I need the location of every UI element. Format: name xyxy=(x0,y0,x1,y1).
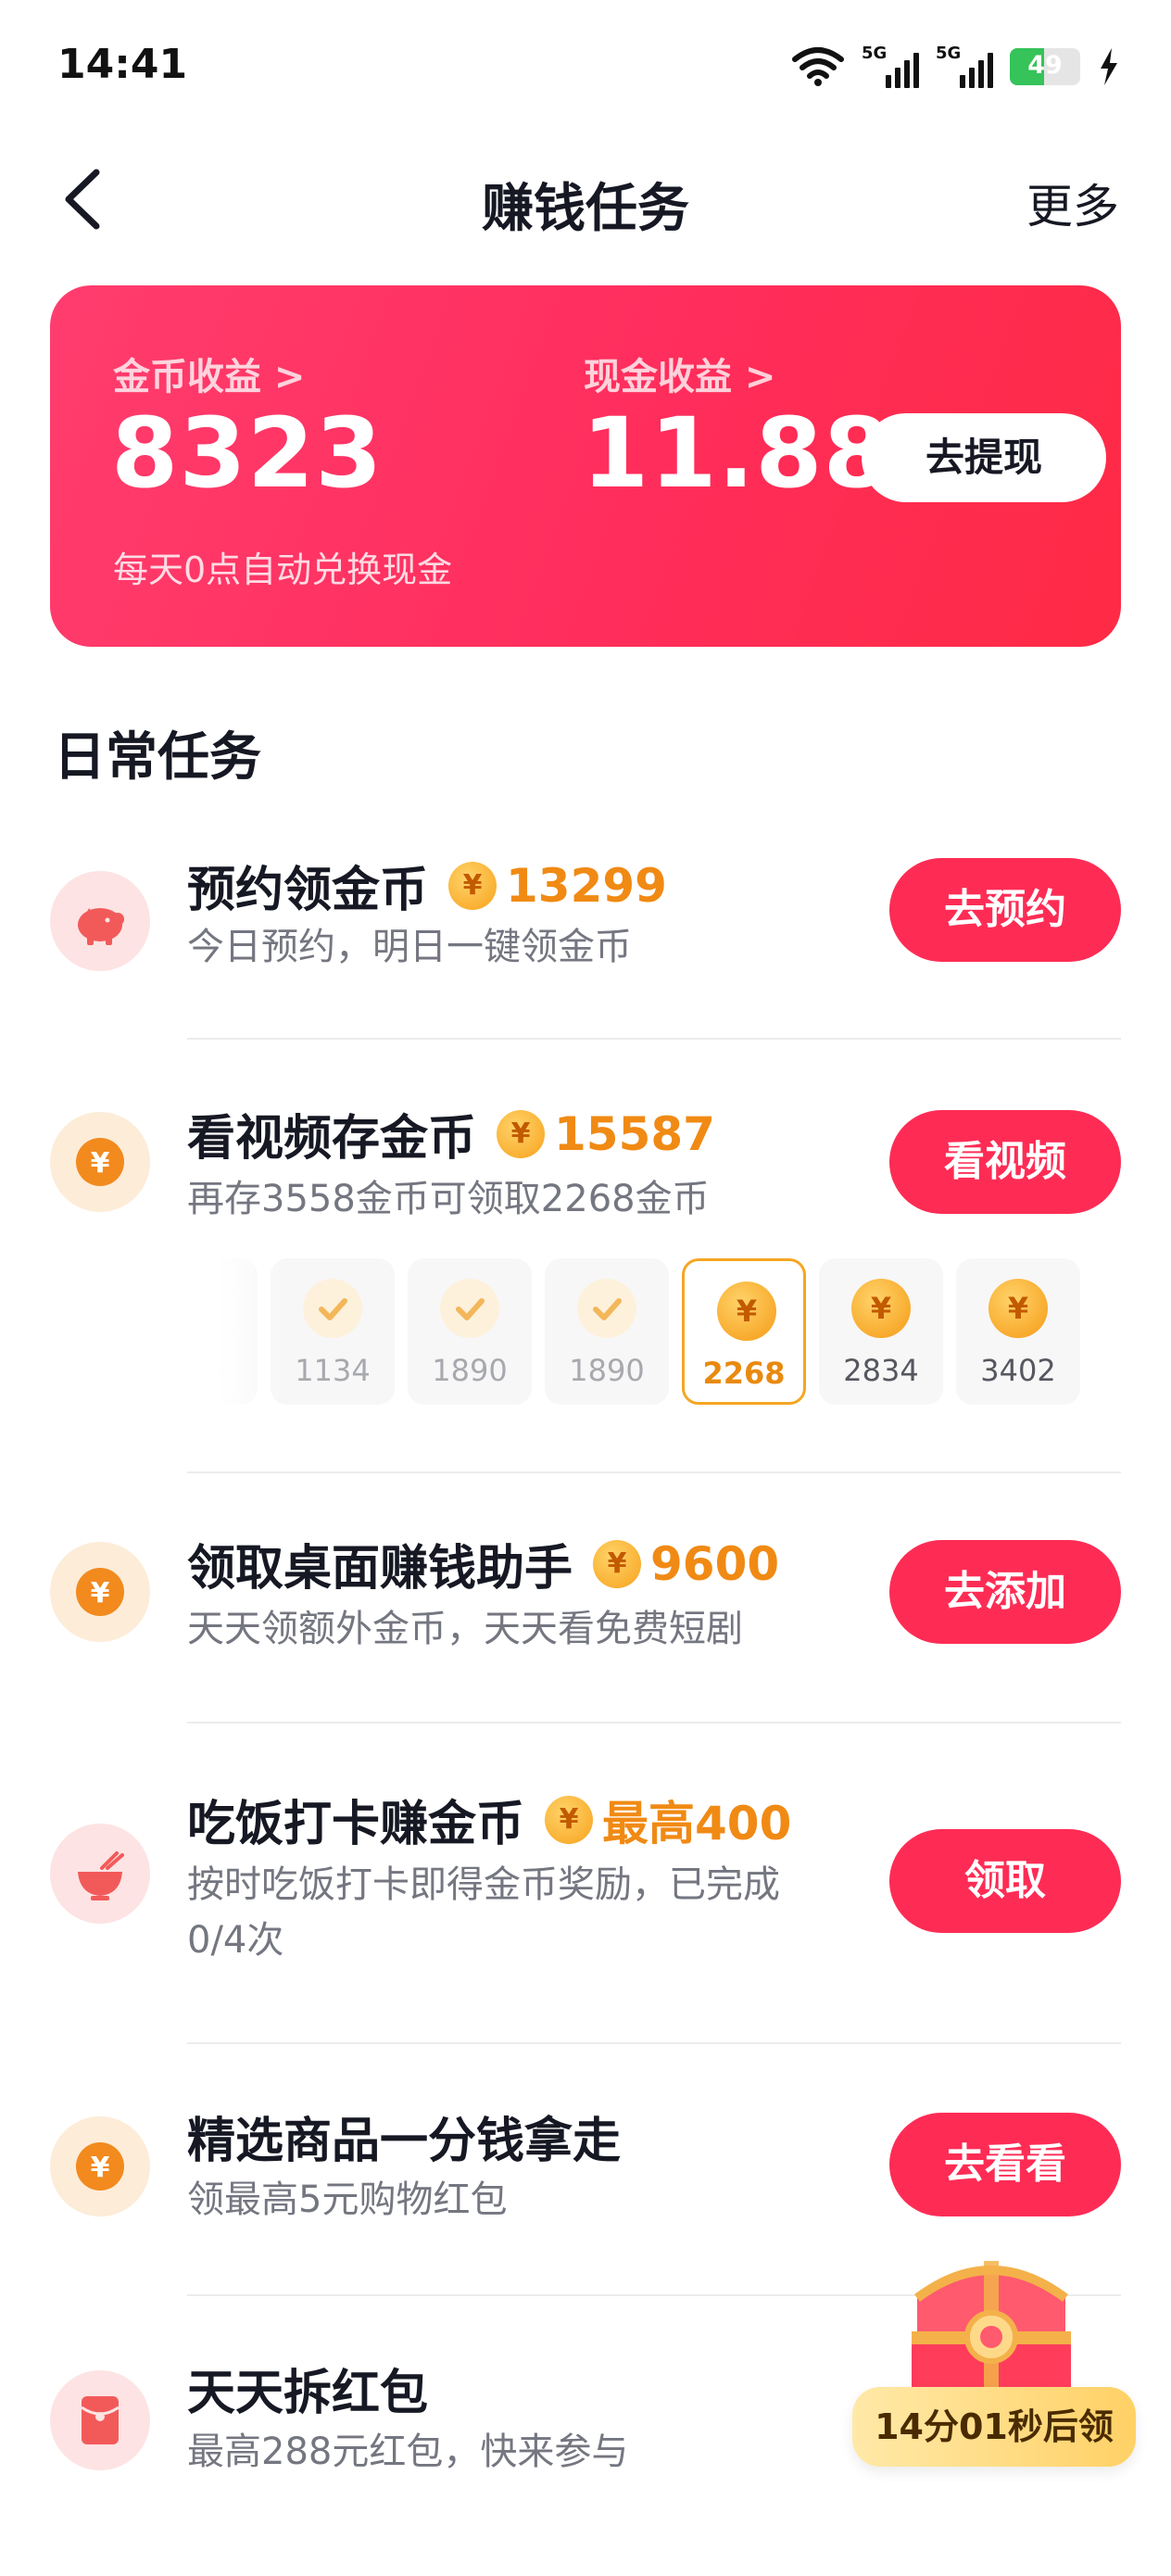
divider xyxy=(187,1038,1121,1040)
exchange-note: 每天0点自动兑换现金 xyxy=(113,549,453,590)
svg-text:¥: ¥ xyxy=(1008,1291,1028,1326)
task-title: 精选商品一分钱拿走 xyxy=(187,2102,621,2171)
task-title-text: 天天拆红包 xyxy=(187,2366,429,2421)
withdraw-button[interactable]: 去提现 xyxy=(862,413,1106,502)
strip-fade xyxy=(219,1258,283,1407)
coin-icon xyxy=(593,1539,642,1588)
task-desc: 领最高5元购物红包 xyxy=(187,2178,508,2221)
task-title-text: 看视频存金币 xyxy=(187,1111,477,1167)
yuan-coin-icon: ¥ xyxy=(717,1282,776,1341)
task-title-text: 领取桌面赚钱助手 xyxy=(187,1541,573,1597)
task-desc: 天天领额外金币，天天看免费短剧 xyxy=(187,1608,743,1650)
yuan-coin-icon: ¥ xyxy=(50,1542,150,1642)
add-button[interactable]: 去添加 xyxy=(889,1540,1121,1644)
coin-slot: 1890 xyxy=(408,1258,532,1405)
check-icon xyxy=(577,1279,636,1338)
coin-slot-value: 1134 xyxy=(295,1353,371,1388)
rice-bowl-icon xyxy=(50,1824,150,1924)
task-title: 预约领金币 13299 xyxy=(187,851,667,920)
task-reward: 9600 xyxy=(650,1536,780,1591)
coin-slot-value: 1890 xyxy=(432,1353,508,1388)
check-icon xyxy=(440,1279,499,1338)
task-desc: 今日预约，明日一键领金币 xyxy=(187,926,632,968)
reserve-button[interactable]: 去预约 xyxy=(889,858,1121,962)
task-desc: 最高288元红包，快来参与 xyxy=(187,2431,629,2473)
yuan-coin-icon: ¥ xyxy=(50,2116,150,2216)
coin-earnings-link[interactable]: 金币收益 > xyxy=(113,347,305,400)
divider xyxy=(187,1722,1121,1724)
check-icon xyxy=(303,1279,362,1338)
task-reward: 最高400 xyxy=(602,1796,792,1850)
piggy-bank-icon xyxy=(50,871,150,971)
divider xyxy=(187,1471,1121,1473)
view-button[interactable]: 去看看 xyxy=(889,2113,1121,2216)
coin-earnings-value: 8323 xyxy=(111,397,384,510)
coin-progress-strip: 944113418901890¥2268¥2834¥3402 xyxy=(219,1258,1127,1407)
chest-countdown[interactable]: 14分01秒后领 xyxy=(852,2387,1136,2467)
task-title: 吃饭打卡赚金币 最高400 xyxy=(187,1785,791,1854)
coin-slot-value: 2834 xyxy=(843,1353,919,1388)
svg-text:¥: ¥ xyxy=(871,1291,891,1326)
yuan-coin-icon: ¥ xyxy=(851,1279,911,1338)
coin-icon xyxy=(545,1795,594,1844)
more-button[interactable]: 更多 xyxy=(1026,170,1119,236)
task-title-text: 精选商品一分钱拿走 xyxy=(187,2114,622,2169)
cash-earnings-link[interactable]: 现金收益 > xyxy=(584,347,775,400)
task-title-text: 预约领金币 xyxy=(187,863,429,918)
top-nav: 赚钱任务 更多 xyxy=(0,139,1171,259)
task-desc: 再存3558金币可领取2268金币 xyxy=(187,1178,710,1220)
svg-text:¥: ¥ xyxy=(91,1577,110,1610)
coin-slot: ¥3402 xyxy=(956,1258,1080,1405)
coin-slot-value: 3402 xyxy=(980,1353,1056,1388)
red-envelope-icon xyxy=(50,2370,150,2470)
status-time: 14:41 xyxy=(57,41,188,88)
task-desc-progress: 0/4次 xyxy=(187,1919,284,1962)
status-bar: 14:41 5G 5G 49 xyxy=(0,0,1171,130)
yuan-coin-icon: ¥ xyxy=(988,1279,1048,1338)
yuan-coin-icon: ¥ xyxy=(50,1112,150,1212)
task-reward: 15587 xyxy=(554,1106,715,1161)
svg-text:¥: ¥ xyxy=(91,2152,110,2184)
task-title-text: 吃饭打卡赚金币 xyxy=(187,1797,525,1852)
charging-icon xyxy=(1101,48,1117,85)
network-type: 5G xyxy=(862,44,888,63)
battery-icon: 49 xyxy=(1010,48,1080,85)
wifi-icon xyxy=(792,47,844,86)
page-title: 赚钱任务 xyxy=(482,179,689,239)
section-title: 日常任务 xyxy=(54,727,261,788)
coin-slot: 1890 xyxy=(545,1258,669,1405)
task-desc: 按时吃饭打卡即得金币奖励，已完成 xyxy=(187,1863,780,1906)
signal-icon: 5G xyxy=(862,44,919,90)
watch-video-button[interactable]: 看视频 xyxy=(889,1110,1121,1214)
battery-level: 49 xyxy=(1027,51,1063,80)
coin-slot: ¥2268 xyxy=(682,1258,806,1405)
coin-icon xyxy=(448,861,497,910)
coin-slot: 1134 xyxy=(271,1258,395,1405)
task-title: 看视频存金币 15587 xyxy=(187,1099,715,1168)
cash-earnings-value: 11.88 xyxy=(582,397,891,510)
task-reward: 13299 xyxy=(506,858,667,913)
coin-slot-value: 2268 xyxy=(702,1356,786,1391)
coin-slot: ¥2834 xyxy=(819,1258,943,1405)
status-icons: 5G 5G 49 xyxy=(791,41,1121,93)
task-title: 天天拆红包 xyxy=(187,2354,428,2423)
divider xyxy=(187,2042,1121,2044)
svg-text:¥: ¥ xyxy=(737,1294,757,1329)
coin-slot-value: 1890 xyxy=(569,1353,645,1388)
earnings-card: 金币收益 > 8323 现金收益 > 11.88 每天0点自动兑换现金 去提现 xyxy=(50,285,1121,647)
coin-icon xyxy=(497,1109,546,1158)
signal-icon: 5G xyxy=(936,44,993,90)
network-type: 5G xyxy=(936,44,962,63)
claim-button[interactable]: 领取 xyxy=(889,1829,1121,1933)
svg-text:¥: ¥ xyxy=(91,1147,110,1180)
task-title: 领取桌面赚钱助手 9600 xyxy=(187,1529,779,1598)
